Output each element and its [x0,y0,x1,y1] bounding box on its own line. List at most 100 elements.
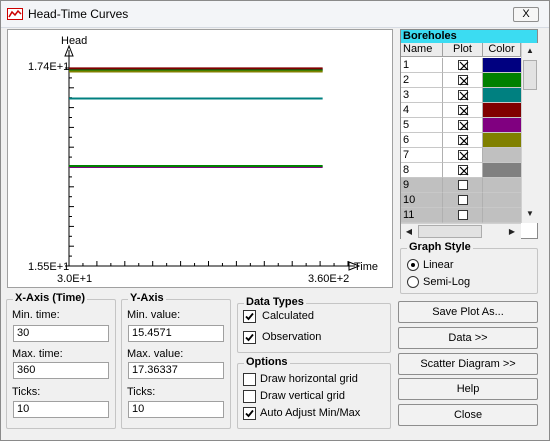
borehole-plot-checkbox[interactable] [458,90,469,101]
x-axis-title: Time [354,261,378,273]
help-button[interactable]: Help [398,378,538,400]
borehole-plot-checkbox[interactable] [458,195,468,205]
borehole-color-swatch[interactable] [483,193,521,208]
y-ticks-input[interactable]: 10 [128,401,224,418]
borehole-name-cell: 3 [401,88,443,103]
borehole-plot-cell [443,133,483,148]
x-axis-group: X-Axis (Time) Min. time: 30 Max. time: 3… [6,292,116,429]
y-max-label: Max. value: [127,348,184,360]
borehole-plot-cell [443,88,483,103]
borehole-plot-cell [443,58,483,73]
column-header-name[interactable]: Name [401,43,443,57]
title-bar: Head-Time Curves X [1,1,549,28]
borehole-row[interactable]: 1 [401,58,521,73]
data-types-title: Data Types [244,296,306,308]
borehole-color-swatch[interactable] [483,118,521,133]
y-min-input[interactable]: 15.4571 [128,325,224,342]
scroll-left-icon[interactable]: ◀ [401,224,417,240]
y-min-label: Min. value: [127,309,181,321]
plot-area: Head Time 1.74E+1 1.55E+1 3.0E+1 3.60E+2 [7,29,393,288]
vertical-grid-checkbox[interactable] [243,390,256,403]
observation-checkbox[interactable] [243,331,256,344]
auto-adjust-checkbox[interactable] [243,407,256,420]
borehole-color-swatch[interactable] [483,88,521,103]
auto-adjust-label: Auto Adjust Min/Max [260,407,361,419]
horizontal-scroll-thumb[interactable] [418,225,482,238]
borehole-row[interactable]: 2 [401,73,521,88]
borehole-color-swatch[interactable] [483,148,521,163]
borehole-plot-checkbox[interactable] [458,105,469,116]
borehole-color-swatch[interactable] [483,58,521,73]
semi-log-radio[interactable] [407,276,419,288]
vertical-scrollbar[interactable]: ▲ ▼ [521,43,538,223]
borehole-plot-cell [443,208,483,223]
x-min-input[interactable]: 30 [13,325,109,342]
borehole-row[interactable]: 9 [401,178,521,193]
borehole-plot-checkbox[interactable] [458,150,469,161]
borehole-plot-checkbox[interactable] [458,210,468,220]
x-max-input[interactable]: 360 [13,362,109,379]
borehole-row[interactable]: 8 [401,163,521,178]
graph-style-title: Graph Style [407,241,473,253]
x-ticks-input[interactable]: 10 [13,401,109,418]
borehole-row[interactable]: 7 [401,148,521,163]
borehole-name-cell: 11 [401,208,443,223]
linear-label: Linear [423,259,454,271]
options-title: Options [244,356,290,368]
borehole-color-swatch[interactable] [483,208,521,223]
borehole-name-cell: 7 [401,148,443,163]
calculated-checkbox[interactable] [243,310,256,323]
scatter-diagram-button[interactable]: Scatter Diagram >> [398,353,538,375]
borehole-plot-checkbox[interactable] [458,180,468,190]
borehole-row[interactable]: 5 [401,118,521,133]
close-button[interactable]: Close [398,404,538,426]
scroll-down-icon[interactable]: ▼ [522,206,538,222]
horizontal-scrollbar[interactable]: ◀ ▶ [401,223,521,239]
window-close-button[interactable]: X [513,7,539,22]
y-axis-title: Y-Axis [128,292,166,304]
horizontal-grid-checkbox[interactable] [243,373,256,386]
head-time-chart: Head Time 1.74E+1 1.55E+1 3.0E+1 3.60E+2 [28,35,378,285]
boreholes-panel: Boreholes Name Plot Color 1 2 3 4 5 6 7 8 9 10 11 … [400,29,538,239]
borehole-plot-checkbox[interactable] [458,165,469,176]
borehole-row[interactable]: 4 [401,103,521,118]
column-header-color[interactable]: Color [483,43,521,57]
borehole-row[interactable]: 6 [401,133,521,148]
borehole-color-swatch[interactable] [483,178,521,193]
borehole-plot-checkbox[interactable] [458,60,469,71]
borehole-plot-checkbox[interactable] [458,135,469,146]
observation-label: Observation [262,331,322,343]
y-axis-title: Head [61,35,87,47]
semi-log-label: Semi-Log [423,276,471,288]
column-header-plot[interactable]: Plot [443,43,483,57]
borehole-plot-cell [443,103,483,118]
head-time-curves-window: Head-Time Curves X Head Time 1.74E+1 1.5… [0,0,550,441]
x-ticks-label: Ticks: [12,386,41,398]
scroll-up-icon[interactable]: ▲ [522,43,538,59]
y-max-input[interactable]: 17.36337 [128,362,224,379]
linear-radio[interactable] [407,259,419,271]
y-axis-group: Y-Axis Min. value: 15.4571 Max. value: 1… [121,292,231,429]
borehole-name-cell: 1 [401,58,443,73]
x-max-tick-label: 3.60E+2 [308,273,349,285]
graph-style-group: Graph Style Linear Semi-Log [400,241,538,294]
borehole-color-swatch[interactable] [483,73,521,88]
y-max-tick-label: 1.74E+1 [28,61,69,73]
save-plot-as-button[interactable]: Save Plot As... [398,301,538,323]
borehole-row[interactable]: 3 [401,88,521,103]
borehole-row[interactable]: 11 [401,208,521,223]
borehole-plot-cell [443,193,483,208]
borehole-color-swatch[interactable] [483,163,521,178]
vertical-scroll-thumb[interactable] [523,60,537,90]
borehole-plot-cell [443,148,483,163]
borehole-row[interactable]: 10 [401,193,521,208]
boreholes-title: Boreholes [401,30,537,43]
scroll-right-icon[interactable]: ▶ [504,224,520,240]
borehole-name-cell: 10 [401,193,443,208]
borehole-name-cell: 9 [401,178,443,193]
borehole-plot-checkbox[interactable] [458,120,469,131]
data-button[interactable]: Data >> [398,327,538,349]
borehole-color-swatch[interactable] [483,133,521,148]
borehole-color-swatch[interactable] [483,103,521,118]
borehole-plot-checkbox[interactable] [458,75,469,86]
